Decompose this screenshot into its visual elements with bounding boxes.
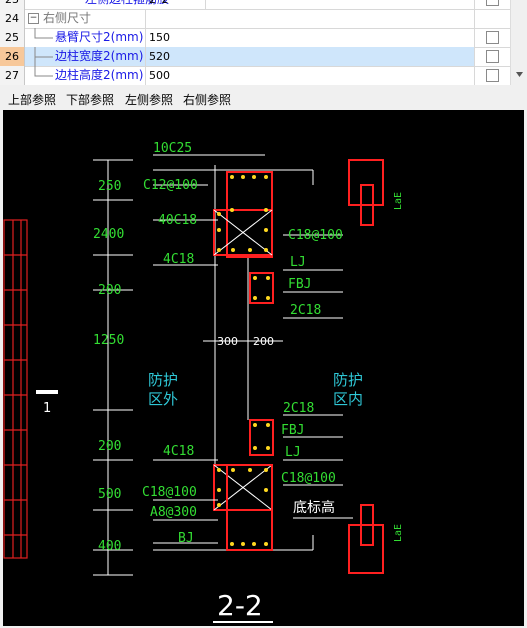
checkbox[interactable] xyxy=(486,50,499,63)
dim-500: 500 xyxy=(98,487,121,502)
lae-label-top: LaE xyxy=(393,192,404,210)
label-top-bars: 10C25 xyxy=(153,141,192,156)
label-c18-lower-right: C18@100 xyxy=(281,471,336,486)
dim-400: 400 xyxy=(98,539,121,554)
dim-2400: 2400 xyxy=(93,227,124,242)
row-number: 27 xyxy=(0,66,25,85)
inside-zone-label-1: 防护 xyxy=(333,371,363,389)
param-value[interactable]: 2*2 xyxy=(146,0,475,9)
section-drawing: 1 250 2400 200 1250 200 500 400 LaE LaE … xyxy=(3,141,404,623)
adjacent-column-outline xyxy=(3,219,28,559)
label-fbj-lower: FBJ xyxy=(281,423,304,438)
dim-200-upper: 200 xyxy=(98,283,121,298)
inside-zone-label-2: 区内 xyxy=(333,390,363,408)
group-label: 右侧尺寸 xyxy=(43,11,92,25)
bottom-ref-button[interactable]: 下部参照 xyxy=(66,91,114,108)
section-title: 2-2 xyxy=(217,589,263,622)
checkbox[interactable] xyxy=(486,0,499,6)
grid-row-24-group[interactable]: 24 − 右侧尺寸 xyxy=(0,9,510,29)
dim-300-label: 300 xyxy=(217,335,238,348)
param-label: 悬臂尺寸2(mm) xyxy=(55,30,144,44)
param-name: 悬臂尺寸2(mm) xyxy=(25,28,146,47)
tree-line-icon xyxy=(34,28,53,39)
param-value[interactable]: 520 xyxy=(146,47,475,66)
collapse-toggle-icon[interactable]: − xyxy=(28,13,39,24)
grid-row-27[interactable]: 27 边柱高度2(mm) 500 xyxy=(0,66,510,85)
param-value[interactable]: 150 xyxy=(146,28,475,47)
param-value xyxy=(146,9,475,28)
param-group-name: − 右侧尺寸 xyxy=(25,9,146,28)
grid-row-26[interactable]: 26 边柱宽度2(mm) 520 xyxy=(0,47,510,67)
lae-anchor-bottom xyxy=(348,504,384,574)
left-ref-button[interactable]: 左侧参照 xyxy=(125,91,173,108)
param-value[interactable]: 500 xyxy=(146,66,475,85)
param-label: 边柱宽度2(mm) xyxy=(55,49,144,63)
param-name: 边柱高度2(mm) xyxy=(25,66,146,85)
dim-200-lower: 200 xyxy=(98,439,121,454)
bottom-column-bars xyxy=(217,423,270,546)
label-2c18-upper: 2C18 xyxy=(290,303,321,318)
label-4c18-upper: 4C18 xyxy=(163,252,194,267)
param-name: 边柱宽度2(mm) xyxy=(25,47,146,66)
label-lj-upper: LJ xyxy=(290,255,306,270)
label-fbj-upper: FBJ xyxy=(288,277,311,292)
label-stirrup-top: C12@100 xyxy=(143,178,198,193)
section-marker-label: 1 xyxy=(43,401,51,416)
row-number: 24 xyxy=(0,9,25,28)
label-4c18-lower: 4C18 xyxy=(163,444,194,459)
top-column-bars xyxy=(217,175,270,300)
cad-drawing-canvas[interactable]: 1 250 2400 200 1250 200 500 400 LaE LaE … xyxy=(3,110,524,626)
section-cut-mark xyxy=(36,390,58,394)
label-a8-tie: A8@300 xyxy=(150,505,197,520)
label-2c18-lower: 2C18 xyxy=(283,401,314,416)
grid-row-25[interactable]: 25 悬臂尺寸2(mm) 150 xyxy=(0,28,510,48)
label-lj-lower: LJ xyxy=(285,445,301,460)
top-column-rebar xyxy=(213,171,274,304)
property-grid: 23 左侧边柱箍筋肢 2*2 24 −右侧尺寸 25 悬臂尺寸2(mm) 150… xyxy=(0,0,527,85)
right-ref-button[interactable]: 右侧参照 xyxy=(183,91,231,108)
dim-1250: 1250 xyxy=(93,333,124,348)
bottom-column-rebar xyxy=(213,419,274,551)
checkbox[interactable] xyxy=(486,69,499,82)
label-bottom-elevation: 底标高 xyxy=(293,499,335,516)
vertical-scrollbar[interactable] xyxy=(510,0,527,85)
label-c18-upper: C18@100 xyxy=(288,228,343,243)
outside-zone-label-1: 防护 xyxy=(148,371,178,389)
dim-250: 250 xyxy=(98,179,121,194)
label-c18-lower-left: C18@100 xyxy=(142,485,197,500)
tree-line-icon xyxy=(34,66,53,77)
tree-line-icon xyxy=(34,47,53,66)
param-label: 边柱高度2(mm) xyxy=(55,68,144,82)
label-40c18: 40C18 xyxy=(158,213,197,228)
checkbox[interactable] xyxy=(486,31,499,44)
lae-anchor-top xyxy=(348,159,384,226)
top-ref-button[interactable]: 上部参照 xyxy=(8,91,56,108)
row-number: 23 xyxy=(0,0,25,9)
outside-zone-label-2: 区外 xyxy=(148,390,178,408)
reference-toolbar: 上部参照 下部参照 左侧参照 右侧参照 xyxy=(0,86,527,110)
lae-label-bottom: LaE xyxy=(393,524,404,542)
scroll-down-arrow-icon[interactable] xyxy=(511,0,527,85)
row-number: 25 xyxy=(0,28,25,47)
label-bj: BJ xyxy=(178,531,194,546)
left-dimension-chain xyxy=(93,159,133,576)
row-number: 26 xyxy=(0,47,25,66)
dim-200-label: 200 xyxy=(253,335,274,348)
